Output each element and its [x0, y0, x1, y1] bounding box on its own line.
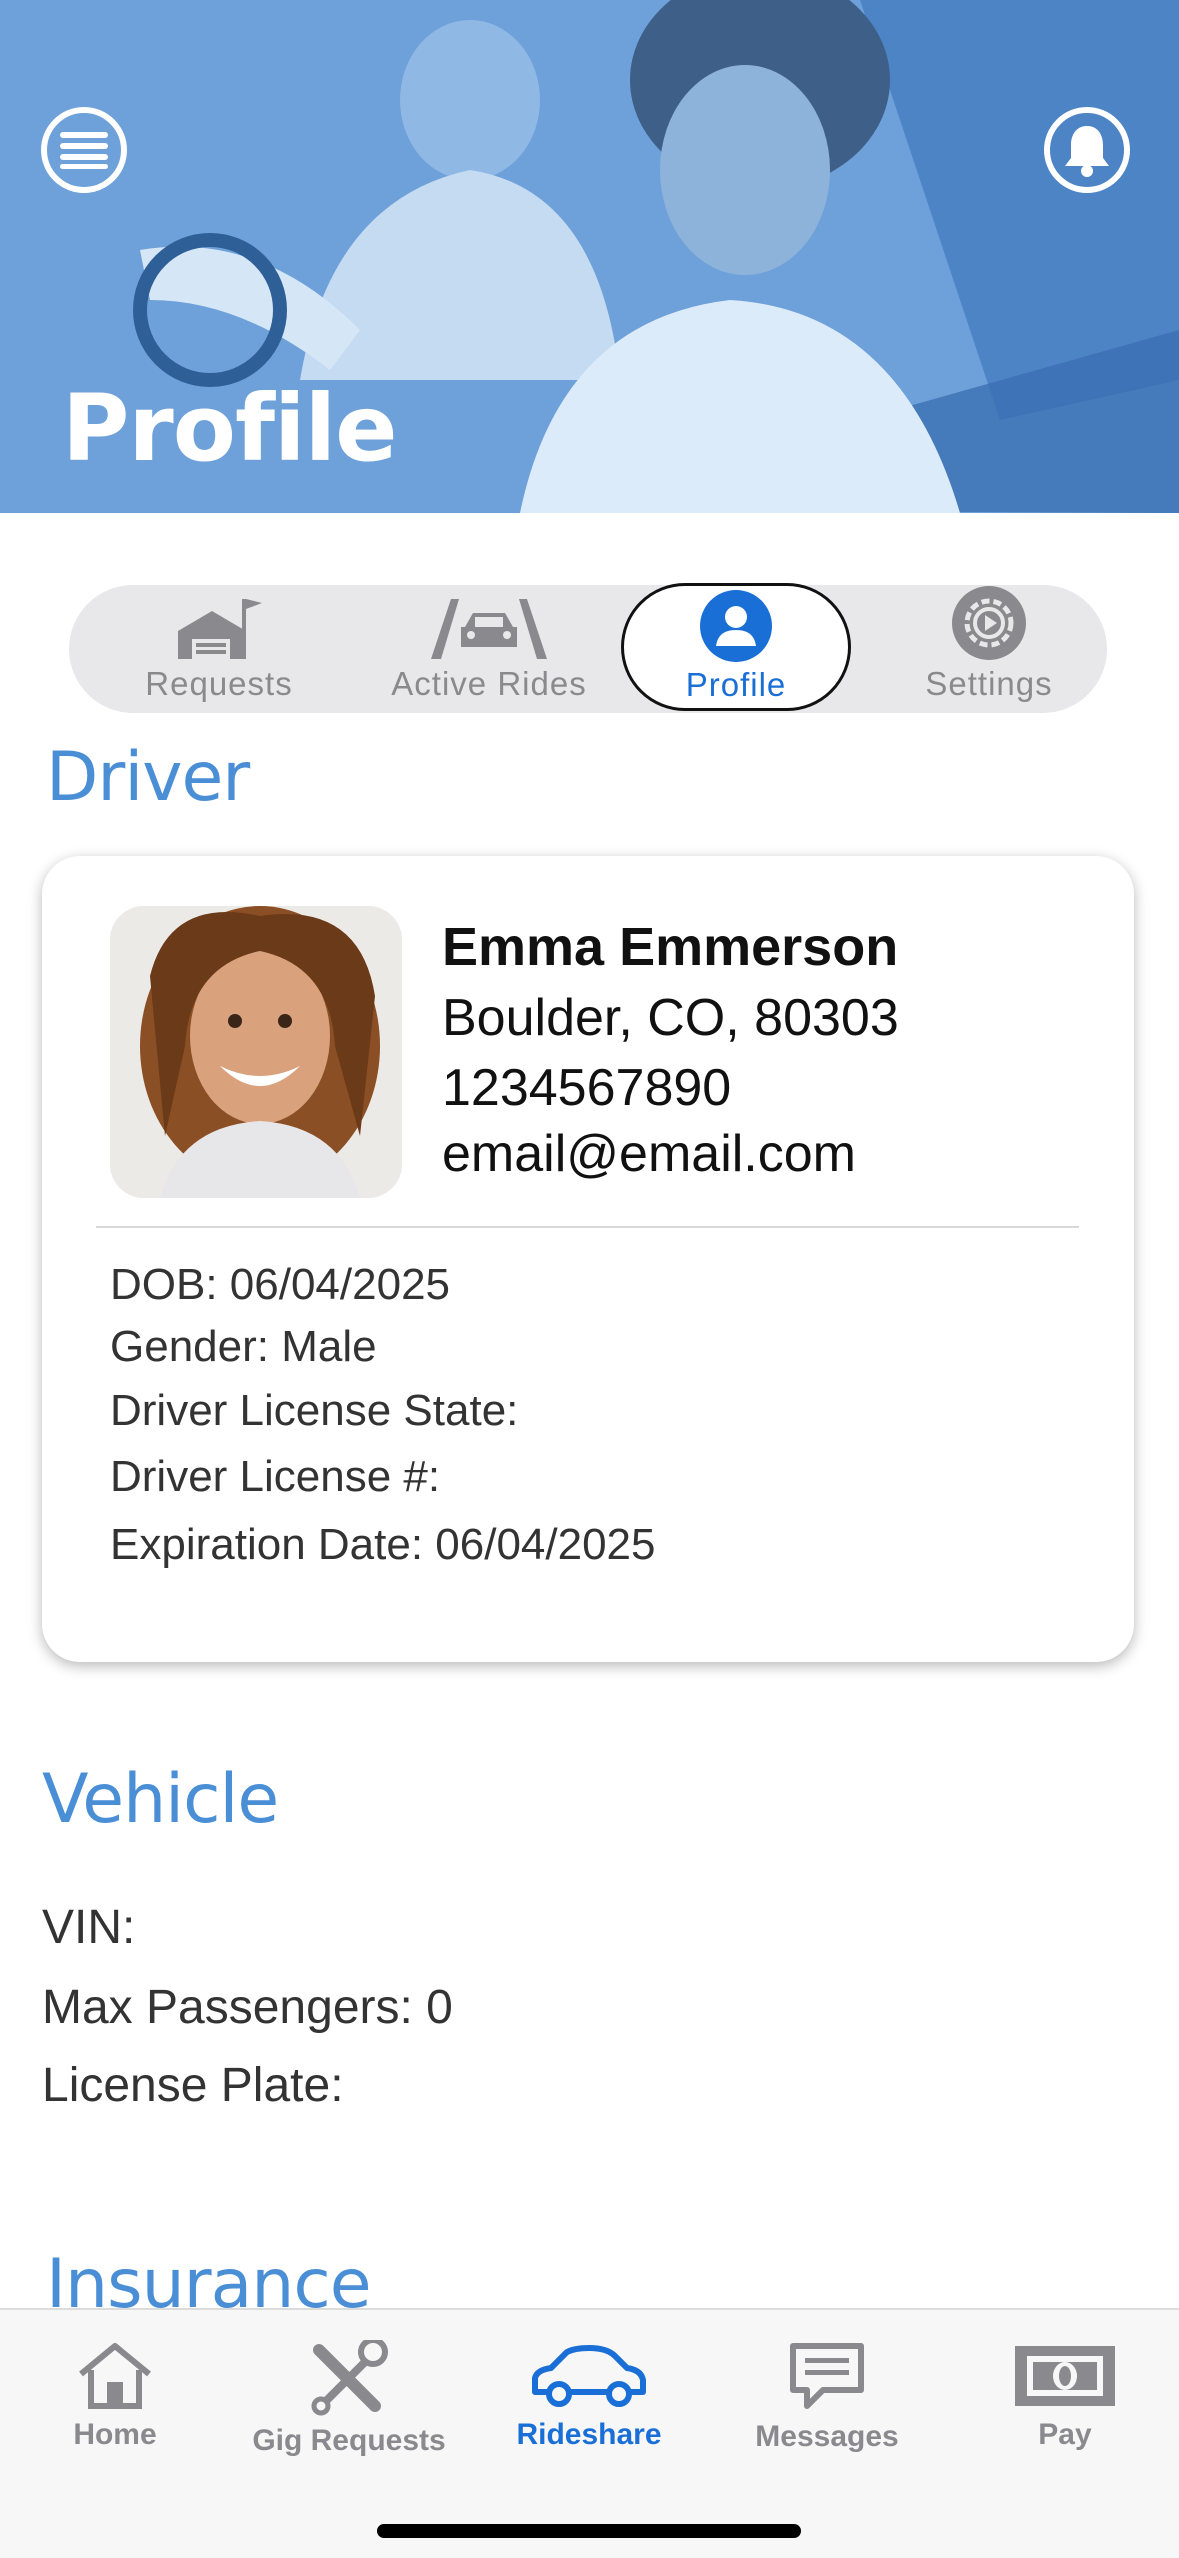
driver-phone: 1234567890	[442, 1059, 732, 1117]
driver-license-number: Driver License #:	[110, 1452, 441, 1501]
segment-label: Requests	[145, 665, 293, 702]
bottom-tab-bar: Home Gig Requests Rideshare Messages Pay	[0, 2308, 1179, 2558]
segment-label: Active Rides	[391, 665, 587, 702]
tab-gig-requests[interactable]: Gig Requests	[234, 2340, 464, 2458]
hero-header: Profile	[0, 0, 1179, 513]
tab-home[interactable]: Home	[0, 2340, 230, 2452]
segmented-control: Requests Active Rides Profile Settings	[69, 583, 1107, 713]
driver-name: Emma Emmerson	[442, 917, 899, 977]
tab-label: Pay	[1038, 2418, 1092, 2451]
garage-flag-icon	[178, 599, 262, 659]
segment-active-rides[interactable]: Active Rides	[369, 585, 609, 713]
segment-settings[interactable]: Settings	[889, 585, 1089, 713]
driver-photo	[110, 906, 402, 1198]
vehicle-vin: VIN:	[42, 1901, 136, 1954]
hamburger-icon	[60, 132, 108, 169]
gear-icon	[952, 586, 1026, 660]
driver-dob: DOB: 06/04/2025	[110, 1260, 451, 1309]
segment-profile[interactable]: Profile	[621, 583, 851, 711]
money-icon	[1015, 2346, 1115, 2406]
driver-location: Boulder, CO, 80303	[442, 989, 899, 1047]
page-title: Profile	[62, 375, 397, 482]
tab-label: Home	[73, 2418, 157, 2451]
road-car-icon	[431, 599, 547, 659]
message-icon	[790, 2343, 864, 2409]
tab-rideshare[interactable]: Rideshare	[474, 2340, 704, 2452]
driver-gender: Gender: Male	[110, 1322, 377, 1371]
vehicle-max-passengers: Max Passengers: 0	[42, 1981, 453, 2034]
tab-messages[interactable]: Messages	[712, 2340, 942, 2454]
home-indicator[interactable]	[377, 2524, 801, 2538]
person-icon	[700, 590, 772, 662]
divider	[96, 1226, 1079, 1228]
bell-icon	[1065, 126, 1109, 177]
vehicle-license-plate: License Plate:	[42, 2059, 344, 2112]
driver-email: email@email.com	[442, 1125, 856, 1183]
tools-icon	[311, 2340, 388, 2416]
tab-label: Gig Requests	[252, 2424, 446, 2457]
driver-license-state: Driver License State:	[110, 1386, 519, 1435]
menu-button[interactable]	[41, 107, 127, 193]
driver-card: Emma Emmerson Boulder, CO, 80303 1234567…	[42, 856, 1134, 1662]
house-icon	[79, 2343, 151, 2409]
segment-profile-content: Profile	[624, 586, 848, 714]
segment-label: Settings	[925, 665, 1053, 702]
driver-license-expiration: Expiration Date: 06/04/2025	[110, 1520, 656, 1569]
tab-label: Messages	[755, 2420, 899, 2453]
avatar	[110, 906, 402, 1198]
vehicle-section-title: Vehicle	[42, 1760, 279, 1839]
tab-pay[interactable]: Pay	[950, 2340, 1179, 2452]
driver-section-title: Driver	[46, 738, 250, 817]
tab-label: Rideshare	[516, 2418, 662, 2451]
segment-requests[interactable]: Requests	[109, 585, 329, 713]
notifications-button[interactable]	[1044, 107, 1130, 193]
segment-label: Profile	[685, 666, 787, 703]
car-icon	[532, 2345, 646, 2407]
